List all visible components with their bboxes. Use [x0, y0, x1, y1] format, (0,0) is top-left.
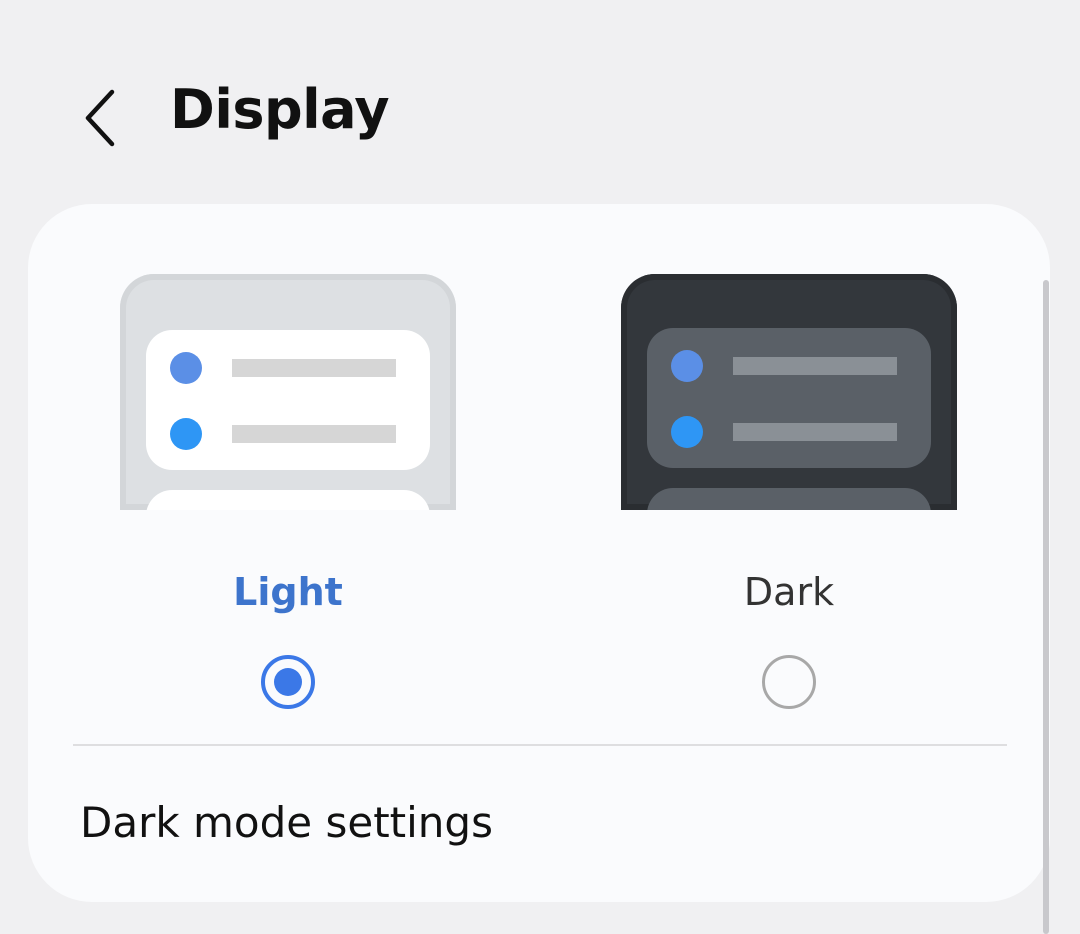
- dark-mode-settings-item[interactable]: Dark mode settings: [28, 764, 1050, 884]
- theme-option-dark[interactable]: Dark: [621, 274, 961, 734]
- display-settings-screen: Display Light Dark Dark mode settings: [0, 0, 1080, 934]
- chevron-left-icon: [85, 89, 115, 147]
- preview-dot: [170, 352, 202, 384]
- preview-bar: [733, 423, 897, 441]
- theme-label-dark: Dark: [743, 570, 835, 614]
- theme-option-light[interactable]: Light: [120, 274, 460, 734]
- preview-dot: [671, 350, 703, 382]
- preview-dot: [671, 416, 703, 448]
- light-theme-preview: [120, 274, 456, 510]
- preview-bar: [232, 359, 396, 377]
- radio-checked-indicator: [274, 668, 302, 696]
- dark-theme-preview: [621, 274, 957, 510]
- back-button[interactable]: [62, 74, 142, 154]
- header: Display: [0, 60, 1080, 170]
- preview-panel: [146, 490, 430, 510]
- theme-card: Light Dark Dark mode settings: [28, 204, 1050, 902]
- radio-light[interactable]: [261, 655, 315, 709]
- preview-panel: [647, 488, 931, 510]
- radio-dark[interactable]: [762, 655, 816, 709]
- dark-mode-settings-label: Dark mode settings: [80, 798, 493, 847]
- preview-bar: [733, 357, 897, 375]
- preview-dot: [170, 418, 202, 450]
- preview-bar: [232, 425, 396, 443]
- scrollbar[interactable]: [1043, 280, 1049, 934]
- preview-panel: [146, 330, 430, 470]
- preview-panel: [647, 328, 931, 468]
- theme-label-light: Light: [233, 570, 343, 614]
- divider: [73, 744, 1007, 746]
- page-title: Display: [170, 78, 390, 141]
